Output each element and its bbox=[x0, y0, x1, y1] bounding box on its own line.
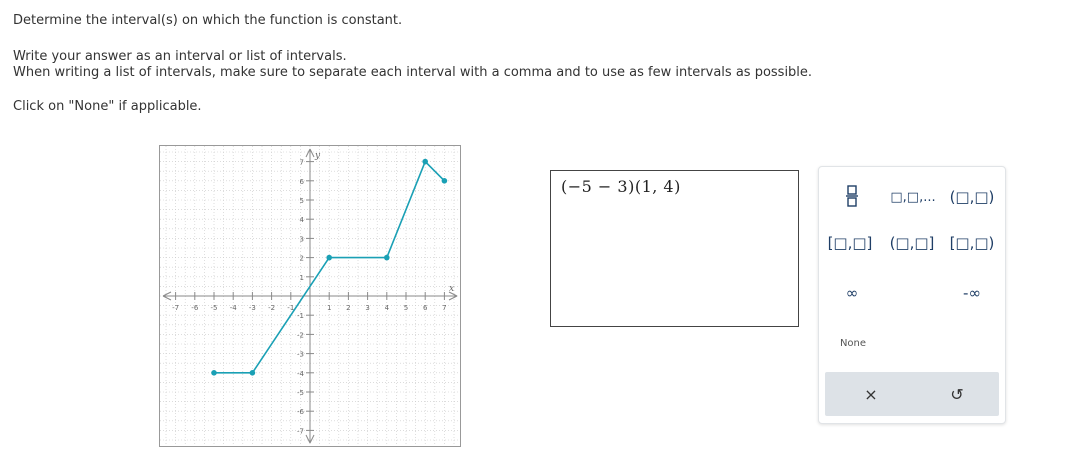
none-label: None bbox=[839, 337, 867, 349]
y-tick-label: -3 bbox=[297, 351, 304, 359]
y-tick-label: -1 bbox=[297, 312, 304, 320]
fraction-button[interactable] bbox=[837, 179, 867, 213]
x-tick-label: -2 bbox=[268, 304, 275, 312]
answer-value: (−5 − 3)(1, 4) bbox=[561, 177, 681, 196]
y-tick-label: -2 bbox=[297, 331, 304, 339]
function-point bbox=[326, 254, 332, 261]
closed-open-interval-button[interactable]: [□,□) bbox=[947, 229, 997, 257]
question-line-3: When writing a list of intervals, make s… bbox=[13, 65, 813, 80]
function-point bbox=[249, 370, 256, 376]
y-tick-label: 3 bbox=[300, 235, 304, 243]
x-axis-label: x bbox=[449, 284, 454, 294]
open-closed-interval-button[interactable]: (□,□] bbox=[887, 229, 937, 257]
y-tick-label: 4 bbox=[300, 216, 305, 224]
negative-infinity-button[interactable]: -∞ bbox=[949, 279, 995, 307]
infinity-label: ∞ bbox=[845, 284, 859, 302]
open-open-label: (□,□) bbox=[949, 188, 995, 206]
x-tick-label: 1 bbox=[327, 304, 331, 312]
x-tick-label: -4 bbox=[230, 304, 238, 312]
function-point bbox=[422, 158, 429, 165]
x-tick-label: -3 bbox=[249, 304, 256, 312]
y-tick-label: -7 bbox=[297, 427, 304, 435]
y-tick-label: 5 bbox=[300, 197, 304, 205]
x-tick-label: 7 bbox=[442, 304, 446, 312]
y-axis-label: y bbox=[314, 151, 321, 161]
clear-icon: × bbox=[864, 384, 878, 404]
y-tick-label: -4 bbox=[297, 370, 305, 378]
function-point bbox=[384, 254, 390, 261]
x-tick-label: 4 bbox=[385, 304, 390, 312]
function-point bbox=[211, 370, 217, 376]
x-tick-label: -7 bbox=[172, 304, 179, 312]
answer-input[interactable]: (−5 − 3)(1, 4) bbox=[550, 170, 799, 327]
question-line-2: Write your answer as an interval or list… bbox=[13, 49, 347, 64]
x-tick-label: -6 bbox=[191, 304, 199, 312]
negative-infinity-label: -∞ bbox=[963, 284, 981, 302]
y-tick-label: -6 bbox=[297, 408, 305, 416]
list-button[interactable]: □,□,... bbox=[890, 183, 936, 211]
question-line-4: Click on "None" if applicable. bbox=[13, 99, 202, 114]
y-tick-label: 1 bbox=[300, 274, 304, 282]
list-label: □,□,... bbox=[890, 189, 936, 205]
question-line-1: Determine the interval(s) on which the f… bbox=[13, 13, 403, 28]
clear-button[interactable]: × bbox=[851, 380, 891, 408]
x-tick-label: 5 bbox=[404, 304, 408, 312]
closed-closed-interval-button[interactable]: [□,□] bbox=[825, 229, 875, 257]
palette-action-bar: × ↺ bbox=[825, 372, 999, 416]
undo-button[interactable]: ↺ bbox=[937, 380, 977, 408]
closed-closed-label: [□,□] bbox=[827, 234, 873, 252]
x-tick-label: 6 bbox=[423, 304, 428, 312]
infinity-button[interactable]: ∞ bbox=[837, 279, 867, 307]
open-closed-label: (□,□] bbox=[889, 234, 935, 252]
open-open-interval-button[interactable]: (□,□) bbox=[949, 183, 995, 211]
y-tick-label: 2 bbox=[300, 255, 304, 263]
fraction-icon bbox=[846, 185, 858, 207]
y-tick-label: 7 bbox=[300, 159, 304, 167]
x-tick-label: 3 bbox=[365, 304, 369, 312]
function-point bbox=[441, 178, 448, 184]
function-graph: xy-7 -6 -5 -4 -3 -2 -1 1 2 3 4 5 6 77654321-1-2-3-4-5… bbox=[159, 145, 461, 447]
x-tick-label: 2 bbox=[346, 304, 350, 312]
x-tick-label: -5 bbox=[211, 304, 218, 312]
closed-open-label: [□,□) bbox=[949, 234, 995, 252]
none-button[interactable]: None bbox=[831, 331, 875, 355]
y-tick-label: 6 bbox=[300, 178, 305, 186]
undo-icon: ↺ bbox=[950, 384, 964, 404]
y-tick-label: -5 bbox=[297, 389, 304, 397]
math-palette: □,□,... (□,□) [□,□] (□,□] [□,□) ∞ -∞ Non… bbox=[818, 166, 1006, 424]
